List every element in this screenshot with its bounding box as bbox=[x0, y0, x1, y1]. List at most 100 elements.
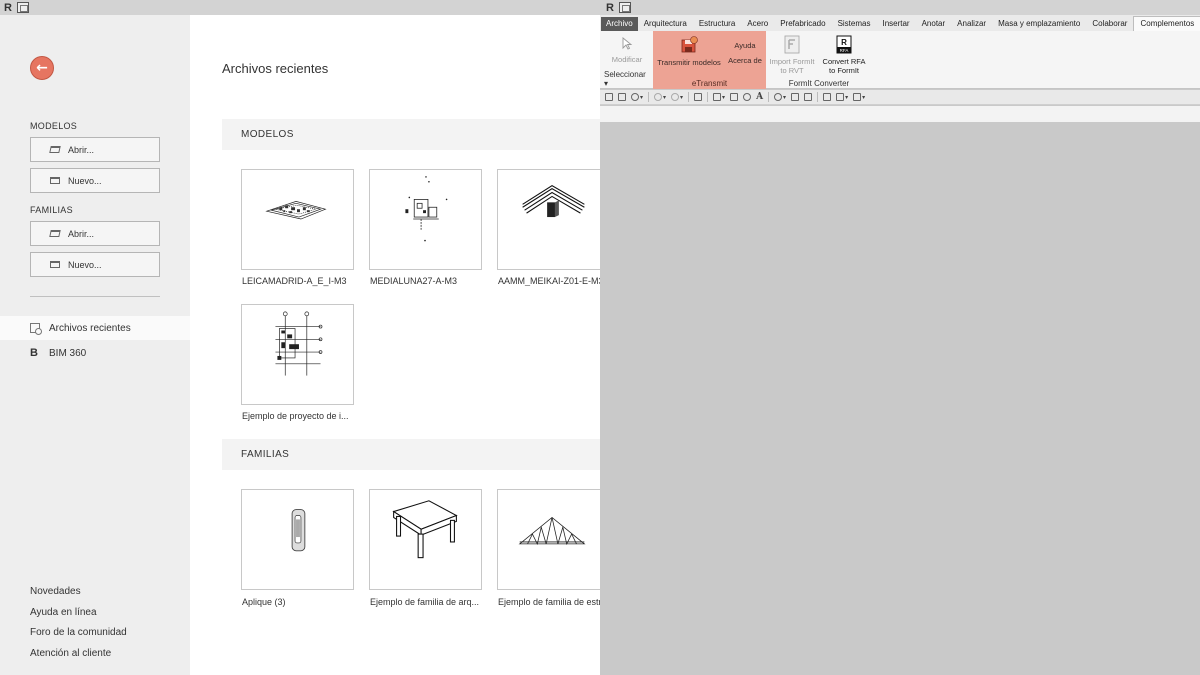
caret-down-icon[interactable]: ▾ bbox=[862, 94, 865, 101]
panel-etransmit: Transmitir modelos Ayuda Acerca de eTran… bbox=[653, 31, 766, 89]
convert-rfa-button[interactable]: R RFA Convert RFA to FormIt bbox=[819, 35, 869, 75]
nav-bim360[interactable]: B BIM 360 bbox=[0, 341, 190, 365]
page-title: Archivos recientes bbox=[222, 61, 329, 76]
new-model-button[interactable]: Nuevo... bbox=[30, 168, 160, 193]
select-panel-dropdown[interactable]: Seleccionar ▾ bbox=[600, 70, 652, 88]
etransmit-panel-title: eTransmit bbox=[691, 79, 728, 88]
toolbar-separator bbox=[707, 92, 709, 102]
transmit-models-button[interactable]: Transmitir modelos bbox=[655, 35, 723, 67]
model-thumbnail-2[interactable] bbox=[369, 169, 482, 270]
new-family-button[interactable]: Nuevo... bbox=[30, 252, 160, 277]
family-thumbnail-3[interactable] bbox=[497, 489, 600, 590]
folder-open-icon bbox=[49, 230, 61, 237]
family-thumbnail-1[interactable] bbox=[241, 489, 354, 590]
family-thumbnail-2[interactable] bbox=[369, 489, 482, 590]
close-hidden-icon[interactable] bbox=[823, 93, 832, 101]
panel-select: Modificar Seleccionar ▾ bbox=[600, 31, 652, 89]
table-thumbnail bbox=[392, 500, 458, 559]
revit-logo-icon[interactable]: R bbox=[604, 2, 616, 14]
caret-down-icon[interactable]: ▾ bbox=[783, 94, 786, 101]
tab-masa-emplazamiento[interactable]: Masa y emplazamiento bbox=[992, 17, 1086, 31]
tab-analizar[interactable]: Analizar bbox=[951, 17, 992, 31]
model-caption-1: LEICAMADRID-A_E_I-M3 bbox=[242, 276, 347, 286]
dimension-icon[interactable] bbox=[730, 93, 739, 101]
import-formit-label-2: to RVT bbox=[780, 66, 804, 75]
recent-files-icon bbox=[30, 323, 42, 335]
toolbar-separator bbox=[688, 92, 690, 102]
import-formit-label-1: Import FormIt bbox=[769, 57, 815, 66]
revit-home-window: R ← MODELOS Abrir... Nuevo... FAMILIAS A… bbox=[0, 0, 600, 675]
etransmit-help-button[interactable]: Ayuda bbox=[726, 41, 764, 50]
caret-down-icon[interactable]: ▾ bbox=[845, 94, 848, 101]
text-icon[interactable]: A bbox=[756, 92, 763, 102]
section-icon[interactable] bbox=[791, 93, 800, 101]
ribbon-panels: Modificar Seleccionar ▾ Transmitir model… bbox=[600, 31, 1200, 89]
tab-insertar[interactable]: Insertar bbox=[876, 17, 915, 31]
transmit-models-icon bbox=[681, 36, 698, 53]
undo-icon[interactable] bbox=[654, 93, 663, 101]
tab-colaborar[interactable]: Colaborar bbox=[1086, 17, 1133, 31]
truss-thumbnail bbox=[518, 516, 586, 546]
customize-icon[interactable] bbox=[853, 93, 862, 101]
tab-complementos[interactable]: Complementos bbox=[1133, 16, 1200, 31]
save-icon[interactable] bbox=[618, 93, 626, 101]
new-model-label: Nuevo... bbox=[68, 175, 102, 186]
3d-view-icon[interactable] bbox=[774, 93, 783, 101]
options-bar bbox=[600, 106, 1200, 122]
import-formit-button[interactable]: Import FormIt to RVT bbox=[767, 35, 817, 75]
footer-whats-new-link[interactable]: Novedades bbox=[30, 586, 81, 597]
nav-recent-label: Archivos recientes bbox=[49, 322, 131, 334]
models-header: MODELOS bbox=[222, 119, 600, 150]
caret-down-icon[interactable]: ▾ bbox=[680, 94, 683, 101]
home-toggle-icon[interactable] bbox=[17, 2, 29, 13]
tab-estructura[interactable]: Estructura bbox=[693, 17, 741, 31]
measure-icon[interactable] bbox=[713, 93, 722, 101]
home-toggle-icon[interactable] bbox=[619, 2, 631, 13]
formit-panel-title: FormIt Converter bbox=[788, 79, 850, 88]
switch-windows-icon[interactable] bbox=[836, 93, 845, 101]
nav-bim360-label: BIM 360 bbox=[49, 347, 87, 359]
tab-anotar[interactable]: Anotar bbox=[916, 17, 952, 31]
caret-down-icon[interactable]: ▾ bbox=[663, 94, 666, 101]
models-section-label: MODELOS bbox=[30, 121, 78, 131]
svg-text:R: R bbox=[841, 38, 847, 47]
redo-icon[interactable] bbox=[671, 93, 680, 101]
home-titlebar: R bbox=[0, 0, 600, 15]
tab-arquitectura[interactable]: Arquitectura bbox=[638, 17, 693, 31]
revit-logo-icon[interactable]: R bbox=[2, 2, 14, 14]
etransmit-about-button[interactable]: Acerca de bbox=[726, 56, 764, 65]
nav-recent-files[interactable]: Archivos recientes bbox=[0, 316, 190, 340]
modify-label: Modificar bbox=[611, 55, 643, 64]
model-thumbnail-4[interactable] bbox=[241, 304, 354, 405]
family-caption-1: Aplique (3) bbox=[242, 597, 286, 607]
caret-down-icon[interactable]: ▾ bbox=[722, 94, 725, 101]
site-plan-thumbnail bbox=[265, 201, 327, 220]
open-model-button[interactable]: Abrir... bbox=[30, 137, 160, 162]
footer-community-forum-link[interactable]: Foro de la comunidad bbox=[30, 627, 127, 638]
tab-sistemas[interactable]: Sistemas bbox=[832, 17, 877, 31]
model-thumbnail-1[interactable] bbox=[241, 169, 354, 270]
open-family-button[interactable]: Abrir... bbox=[30, 221, 160, 246]
open-icon[interactable] bbox=[605, 93, 613, 101]
drawing-area[interactable] bbox=[600, 122, 1200, 675]
families-header: FAMILIAS bbox=[222, 439, 600, 470]
footer-customer-support-link[interactable]: Atención al cliente bbox=[30, 648, 111, 659]
ribbon-tabs: Archivo Arquitectura Estructura Acero Pr… bbox=[600, 15, 1200, 31]
back-button[interactable]: ← bbox=[30, 56, 54, 80]
tab-prefabricado[interactable]: Prefabricado bbox=[774, 17, 831, 31]
home-sidebar: ← MODELOS Abrir... Nuevo... FAMILIAS Abr… bbox=[0, 15, 190, 675]
formit-import-icon bbox=[784, 35, 800, 54]
footer-online-help-link[interactable]: Ayuda en línea bbox=[30, 607, 97, 618]
caret-down-icon[interactable]: ▾ bbox=[640, 94, 643, 101]
tab-acero[interactable]: Acero bbox=[741, 17, 774, 31]
model-thumbnail-3[interactable] bbox=[497, 169, 600, 270]
tag-icon[interactable] bbox=[743, 93, 752, 101]
print-icon[interactable] bbox=[694, 93, 703, 101]
modify-button[interactable]: Modificar bbox=[606, 37, 648, 64]
new-family-label: Nuevo... bbox=[68, 259, 102, 270]
sync-icon[interactable] bbox=[631, 93, 639, 101]
open-family-label: Abrir... bbox=[68, 228, 95, 239]
thin-lines-icon[interactable] bbox=[804, 93, 813, 101]
tab-archivo[interactable]: Archivo bbox=[601, 17, 638, 31]
panel-formit: Import FormIt to RVT R RFA Convert RFA t… bbox=[767, 31, 871, 89]
